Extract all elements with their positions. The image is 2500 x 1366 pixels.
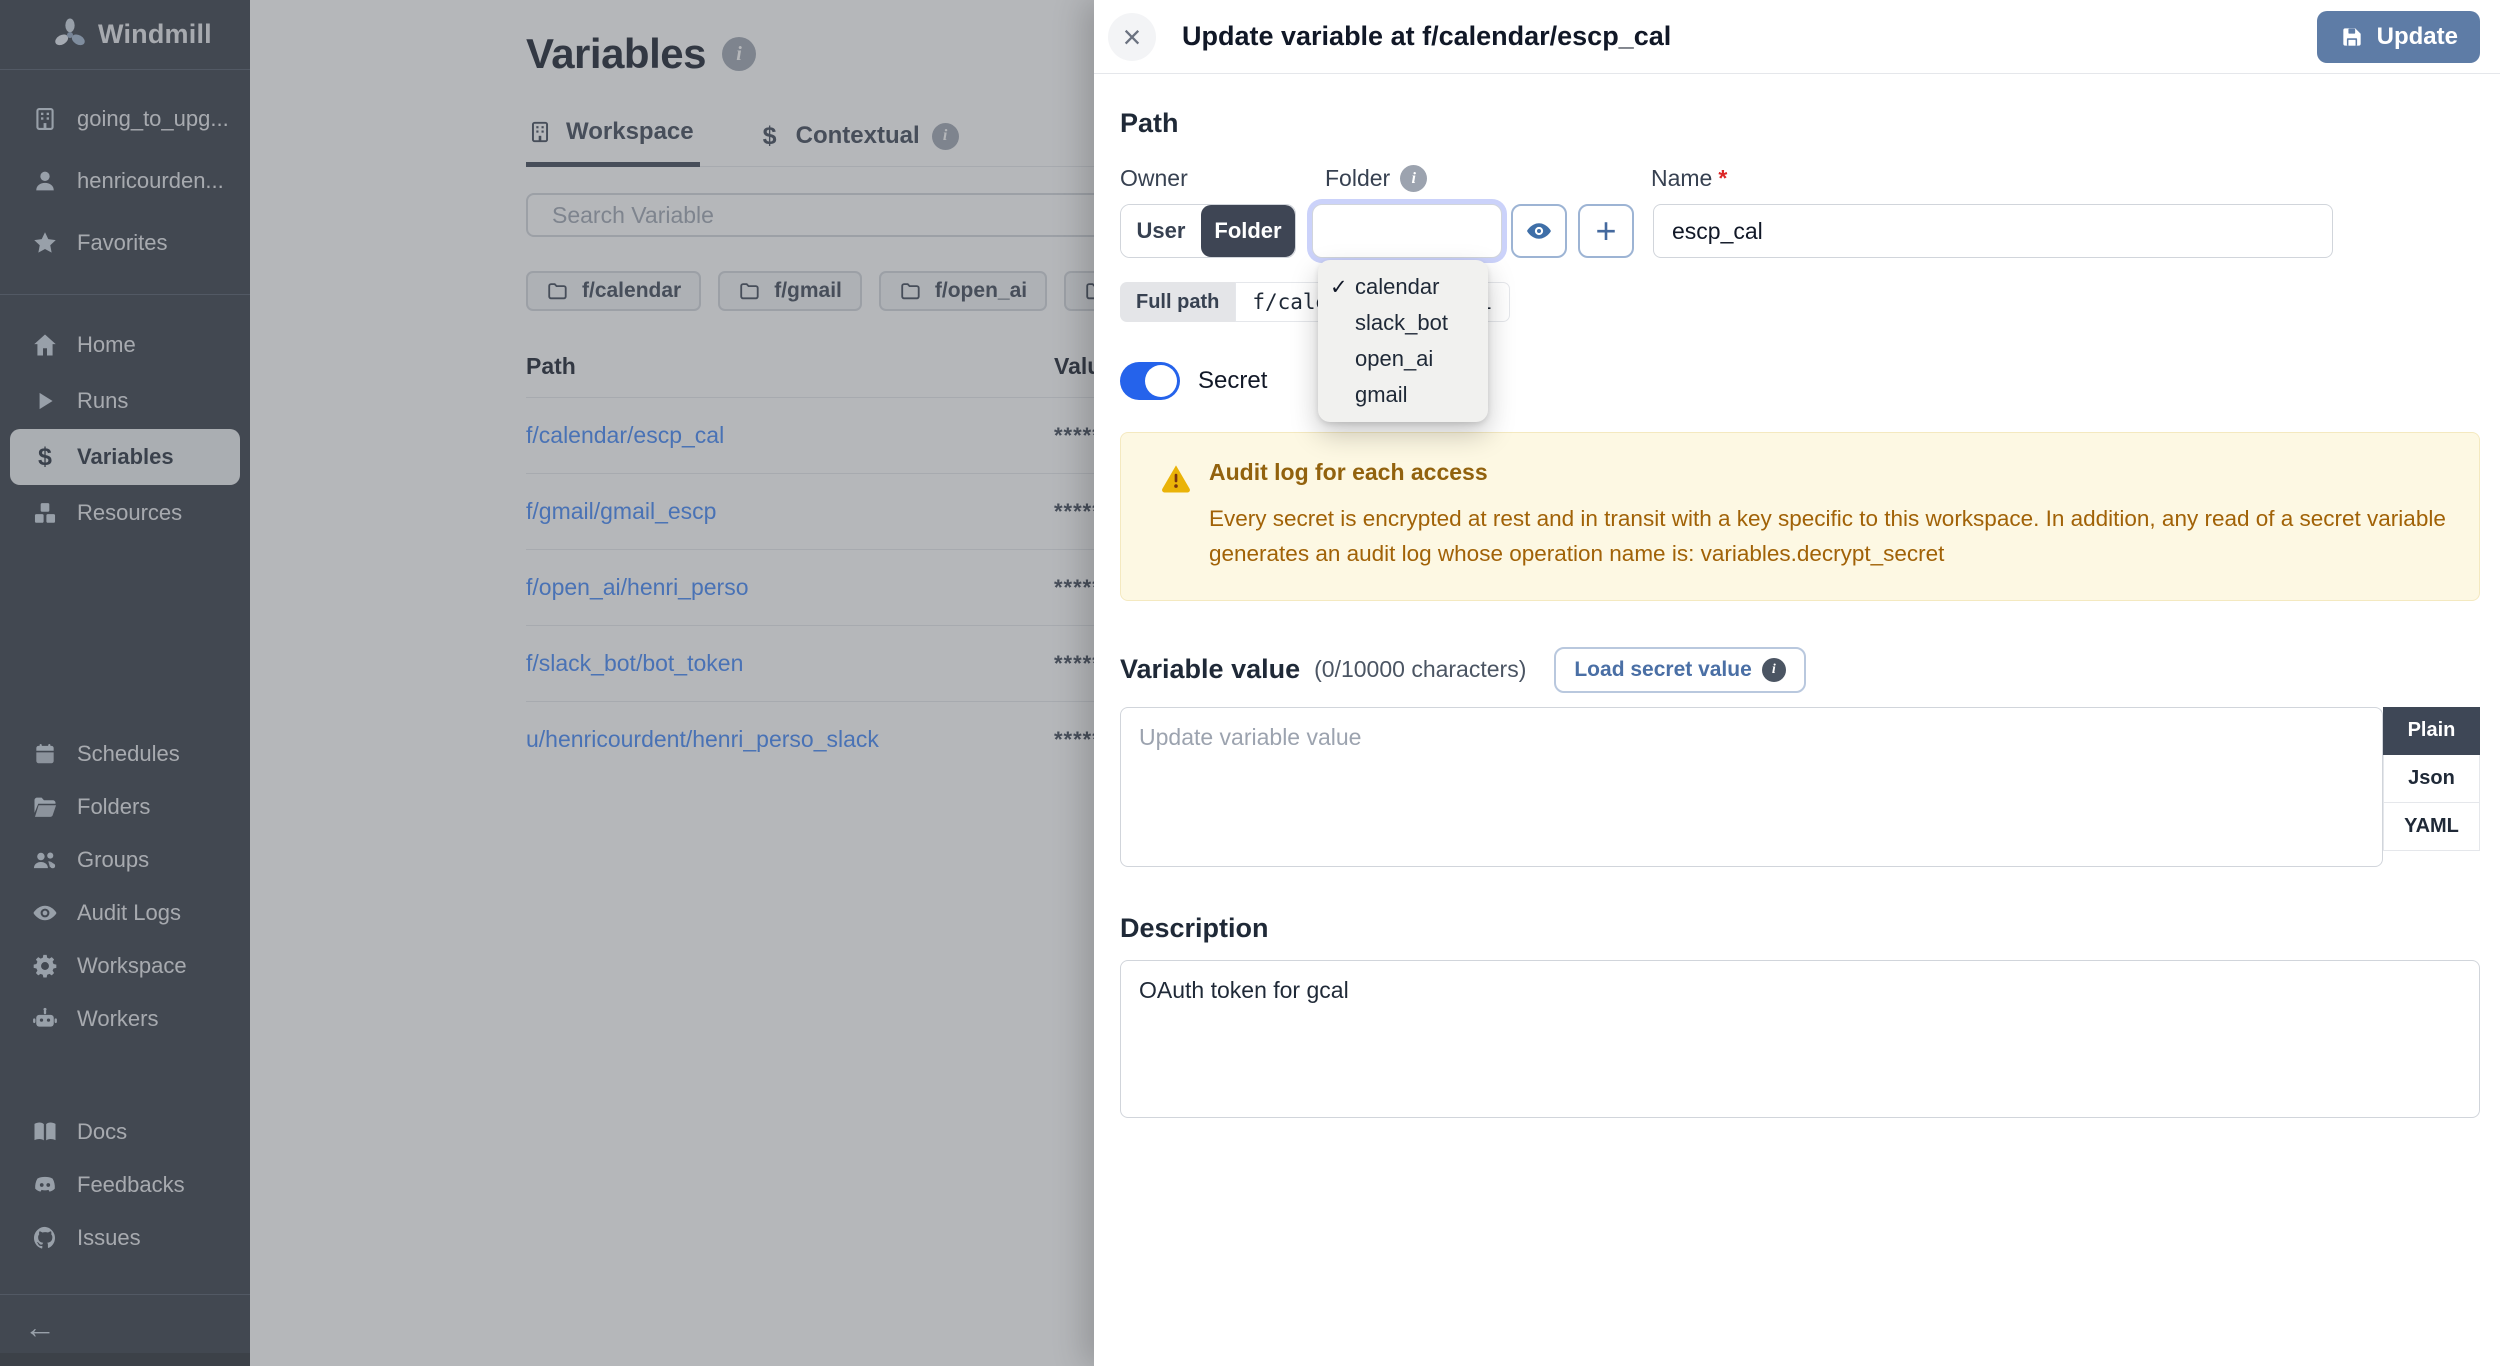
path-controls: User Folder +	[1120, 204, 2480, 258]
option-label: open_ai	[1355, 346, 1433, 372]
path-section-heading: Path	[1120, 108, 2480, 139]
check-icon: ✓	[1330, 275, 1355, 300]
full-path-label: Full path	[1120, 282, 1235, 322]
update-button-label: Update	[2377, 23, 2458, 51]
secret-toggle[interactable]	[1120, 362, 1180, 400]
drawer-header: × Update variable at f/calendar/escp_cal…	[1094, 0, 2500, 74]
update-variable-drawer: × Update variable at f/calendar/escp_cal…	[1094, 0, 2500, 1366]
folder-select[interactable]	[1312, 204, 1502, 258]
option-label: gmail	[1355, 382, 1408, 408]
warning-icon	[1159, 461, 1193, 572]
name-label: Name	[1651, 165, 1712, 192]
owner-label: Owner	[1120, 165, 1325, 192]
variable-name-input[interactable]	[1653, 204, 2333, 258]
eye-icon	[1524, 216, 1554, 246]
owner-kind-toggle: User Folder	[1120, 204, 1296, 258]
view-folder-button[interactable]	[1511, 204, 1567, 258]
option-label: calendar	[1355, 274, 1439, 300]
folder-option-gmail[interactable]: gmail	[1318, 377, 1488, 413]
path-field-labels: Owner Folder i Name *	[1120, 165, 2480, 192]
close-icon[interactable]: ×	[1108, 13, 1156, 61]
variable-value-header: Variable value (0/10000 characters) Load…	[1120, 647, 2480, 693]
update-button[interactable]: Update	[2317, 11, 2480, 63]
required-mark: *	[1718, 165, 1727, 192]
drawer-title: Update variable at f/calendar/escp_cal	[1182, 21, 1671, 52]
audit-warning-banner: Audit log for each access Every secret i…	[1120, 432, 2480, 601]
format-tab-plain[interactable]: Plain	[2383, 707, 2480, 755]
info-icon: i	[1400, 165, 1427, 192]
load-secret-label: Load secret value	[1574, 658, 1751, 682]
secret-label: Secret	[1198, 367, 1267, 395]
variable-value-editor: Plain Json YAML	[1120, 707, 2480, 867]
format-tab-yaml[interactable]: YAML	[2383, 803, 2480, 851]
folder-option-open-ai[interactable]: open_ai	[1318, 341, 1488, 377]
info-icon: i	[1762, 658, 1786, 682]
owner-folder-button[interactable]: Folder	[1201, 205, 1295, 257]
description-heading: Description	[1120, 913, 2480, 944]
option-label: slack_bot	[1355, 310, 1448, 336]
warning-title: Audit log for each access	[1209, 459, 2449, 486]
format-tab-json[interactable]: Json	[2383, 755, 2480, 803]
drawer-body: Path Owner Folder i Name * User Folder	[1094, 74, 2500, 1366]
variable-value-textarea[interactable]	[1120, 707, 2383, 867]
folder-option-slack-bot[interactable]: slack_bot	[1318, 305, 1488, 341]
format-tabs: Plain Json YAML	[2383, 707, 2480, 851]
windmill-app: Windmill going_to_upg...	[0, 0, 2500, 1366]
variable-value-heading: Variable value	[1120, 654, 1300, 685]
add-folder-button[interactable]: +	[1578, 204, 1634, 258]
warning-body: Every secret is encrypted at rest and in…	[1209, 502, 2449, 572]
toggle-knob	[1145, 365, 1177, 397]
save-icon	[2339, 24, 2365, 50]
load-secret-value-button[interactable]: Load secret value i	[1554, 647, 1805, 693]
folder-label: Folder	[1325, 165, 1390, 192]
folder-option-calendar[interactable]: ✓ calendar	[1318, 269, 1488, 305]
owner-user-button[interactable]: User	[1121, 205, 1201, 257]
description-textarea[interactable]: OAuth token for gcal	[1120, 960, 2480, 1118]
folder-dropdown-menu: ✓ calendar slack_bot open_ai gmail	[1318, 260, 1488, 422]
char-count: (0/10000 characters)	[1314, 656, 1526, 683]
